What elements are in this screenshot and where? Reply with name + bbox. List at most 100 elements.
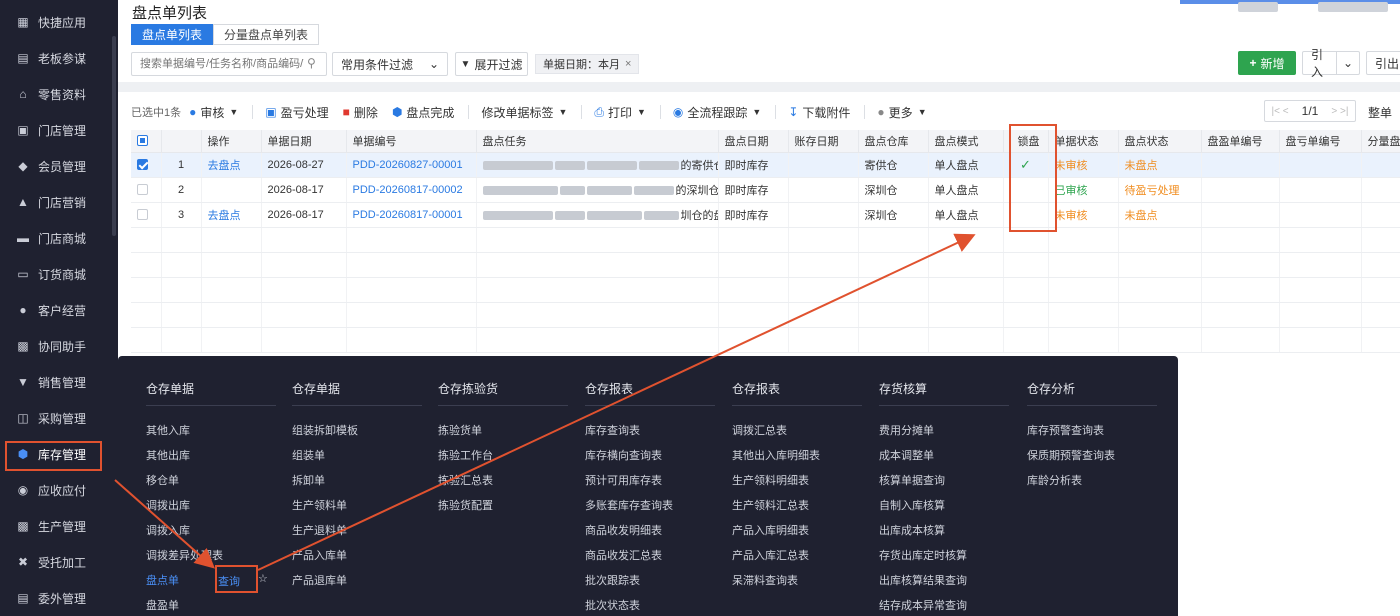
row-checkbox-cell[interactable]	[131, 202, 162, 228]
table-row[interactable]: 2 2026-08-17PDD-20260817-00002 的深圳仓的盘点单即时库…	[131, 177, 1400, 203]
menu-item[interactable]: 其他出入库明细表	[732, 447, 820, 463]
column-header[interactable]: 单据编号	[346, 130, 477, 153]
column-header[interactable]: 盘点日期	[718, 130, 789, 153]
last-page-icon[interactable]: > >|	[1331, 106, 1348, 117]
sidebar-item[interactable]: ◉ 应收应付	[0, 473, 112, 507]
menu-item[interactable]: 批次跟踪表	[585, 572, 640, 588]
more-button[interactable]: ● 更多 ▼	[877, 104, 926, 121]
menu-item[interactable]: 多账套库存查询表	[585, 497, 673, 513]
menu-item[interactable]: 结存成本异常查询	[879, 597, 967, 613]
import-button-label[interactable]: 引入	[1303, 48, 1337, 79]
sidebar-item[interactable]: ▤ 老板参谋	[0, 41, 112, 75]
menu-item[interactable]: 调拨入库	[146, 522, 190, 538]
column-header[interactable]: 单据日期	[261, 130, 347, 153]
print-button[interactable]: ⎙ 打印 ▼	[594, 104, 646, 121]
tab-partial-count-list[interactable]: 分量盘点单列表	[213, 24, 320, 45]
menu-item[interactable]: 出库成本核算	[879, 522, 945, 538]
column-header[interactable]: 盘点状态	[1118, 130, 1202, 153]
sidebar-scrollbar[interactable]	[112, 36, 116, 236]
row-checkbox-cell[interactable]	[131, 177, 162, 203]
menu-item[interactable]: 批次状态表	[585, 597, 640, 613]
row-checkbox-cell[interactable]	[131, 152, 162, 178]
menu-item[interactable]: 组装单	[292, 447, 325, 463]
menu-item[interactable]: 生产领料单	[292, 497, 347, 513]
sidebar-item[interactable]: ▩ 协同助手	[0, 329, 112, 363]
table-row[interactable]: 3去盘点2026-08-17PDD-20260817-00001 圳仓的盘点单即时…	[131, 202, 1400, 228]
go-count-link[interactable]: 去盘点	[201, 152, 262, 178]
menu-item[interactable]: 移仓单	[146, 472, 179, 488]
column-header[interactable]: 盘亏单编号	[1279, 130, 1362, 153]
menu-item[interactable]: 产品入库明细表	[732, 522, 809, 538]
row-checkbox[interactable]	[137, 184, 148, 196]
column-header[interactable]: 操作	[201, 130, 262, 153]
whole-order-toggle[interactable]: 整单	[1368, 104, 1392, 121]
column-header[interactable]: 盘点仓库	[858, 130, 929, 153]
menu-item[interactable]: 调拨出库	[146, 497, 190, 513]
menu-item[interactable]: 产品入库汇总表	[732, 547, 809, 563]
column-header[interactable]: 盘盈单编号	[1201, 130, 1280, 153]
menu-item[interactable]: 调拨汇总表	[732, 422, 787, 438]
table-row[interactable]: 1去盘点2026-08-27PDD-20260827-00001 的寄供仓的盘点单…	[131, 152, 1400, 178]
sidebar-item[interactable]: ▣ 门店管理	[0, 113, 112, 147]
column-header[interactable]: 盘点模式	[928, 130, 1004, 153]
column-header[interactable]: 分量盘	[1361, 130, 1400, 153]
query-link[interactable]: 查询	[218, 573, 240, 589]
menu-item[interactable]: 库存查询表	[585, 422, 640, 438]
menu-item[interactable]: 生产领料明细表	[732, 472, 809, 488]
sidebar-item[interactable]: ▲ 门店营销	[0, 185, 112, 219]
menu-item[interactable]: 盘盈单	[146, 597, 179, 613]
sidebar-item[interactable]: ▭ 订货商城	[0, 257, 112, 291]
row-checkbox[interactable]	[137, 159, 148, 171]
sidebar-item[interactable]: ● 客户经营	[0, 293, 112, 327]
menu-item[interactable]: 库存横向查询表	[585, 447, 662, 463]
menu-item[interactable]: 拣验工作台	[438, 447, 493, 463]
sidebar-item[interactable]: ✖ 受托加工	[0, 545, 112, 579]
sidebar-item[interactable]: ◫ 采购管理	[0, 401, 112, 435]
menu-item[interactable]: 拣验汇总表	[438, 472, 493, 488]
menu-item[interactable]: 保质期预警查询表	[1027, 447, 1115, 463]
menu-item[interactable]: 组装拆卸模板	[292, 422, 358, 438]
menu-item[interactable]: 费用分摊单	[879, 422, 934, 438]
condition-filter-select[interactable]: 常用条件过滤 ⌄	[332, 52, 448, 76]
select-all-checkbox[interactable]	[137, 135, 148, 147]
delete-button[interactable]: ■ 删除	[343, 104, 378, 121]
modify-tag-button[interactable]: 修改单据标签 ▼	[481, 104, 567, 121]
go-count-link[interactable]: 去盘点	[201, 202, 262, 228]
menu-item[interactable]: 其他入库	[146, 422, 190, 438]
menu-item[interactable]: 存货出库定时核算	[879, 547, 967, 563]
menu-item[interactable]: 预计可用库存表	[585, 472, 662, 488]
menu-item[interactable]: 拆卸单	[292, 472, 325, 488]
import-button[interactable]: 引入 ⌄	[1302, 48, 1360, 79]
menu-item[interactable]: 产品退库单	[292, 572, 347, 588]
trace-button[interactable]: ◉ 全流程跟踪 ▼	[673, 104, 761, 121]
menu-item[interactable]: 盘点单	[146, 572, 179, 588]
menu-item[interactable]: 商品收发明细表	[585, 522, 662, 538]
menu-item[interactable]: 自制入库核算	[879, 497, 945, 513]
first-page-icon[interactable]: |< <	[1272, 106, 1289, 117]
export-button[interactable]: 引出	[1366, 51, 1400, 75]
menu-item[interactable]: 库存预警查询表	[1027, 422, 1104, 438]
sidebar-item[interactable]: ▬ 门店商城	[0, 221, 112, 255]
sidebar-item[interactable]: ▩ 生产管理	[0, 509, 112, 543]
expand-filter-button[interactable]: ▼ 展开过滤	[455, 52, 528, 76]
menu-item[interactable]: 调拨差异处理表	[146, 547, 223, 563]
chevron-down-icon[interactable]: ⌄	[1337, 56, 1359, 70]
doc-code-link[interactable]: PDD-20260827-00001	[346, 152, 477, 178]
column-header[interactable]: 账存日期	[788, 130, 859, 153]
sidebar-item[interactable]: ▼ 销售管理	[0, 365, 112, 399]
menu-item[interactable]: 生产领料汇总表	[732, 497, 809, 513]
sidebar-item[interactable]: ⌂ 零售资料	[0, 77, 112, 111]
star-icon[interactable]: ☆	[258, 572, 268, 585]
menu-item[interactable]: 出库核算结果查询	[879, 572, 967, 588]
menu-item[interactable]: 核算单据查询	[879, 472, 945, 488]
download-attachment-button[interactable]: ↧ 下载附件	[788, 104, 850, 121]
doc-code-link[interactable]: PDD-20260817-00001	[346, 202, 477, 228]
profit-loss-button[interactable]: ▣ 盈亏处理	[265, 104, 328, 121]
menu-item[interactable]: 拣验货配置	[438, 497, 493, 513]
menu-item[interactable]: 产品入库单	[292, 547, 347, 563]
column-header[interactable]: 盘点任务	[476, 130, 719, 153]
close-icon[interactable]: ×	[625, 58, 631, 70]
menu-item[interactable]: 库龄分析表	[1027, 472, 1082, 488]
search-input[interactable]	[131, 52, 327, 76]
menu-item[interactable]: 生产退料单	[292, 522, 347, 538]
